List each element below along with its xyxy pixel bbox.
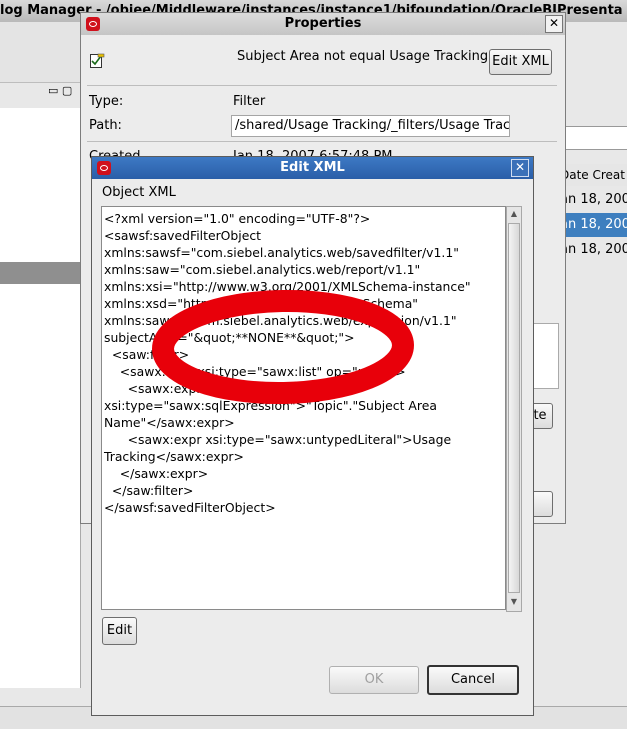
type-label: Type: [89,94,124,109]
list-item[interactable]: an 18, 200 [560,188,627,212]
type-value: Filter [233,94,266,109]
edit-xml-titlebar: Edit XML ✕ [92,157,533,179]
xml-content: <?xml version="1.0" encoding="UTF-8"?> <… [104,211,471,515]
properties-close-button[interactable]: ✕ [545,15,563,33]
properties-titlebar: Properties ✕ [81,13,565,35]
catalog-tree-panel[interactable] [0,108,81,688]
separator [87,85,557,86]
xml-scrollbar[interactable]: ▲ ▼ [506,206,522,612]
ok-button[interactable]: OK [329,666,419,694]
edit-xml-dialog: Edit XML ✕ Object XML <?xml version="1.0… [91,156,534,716]
edit-xml-button[interactable]: Edit XML [489,49,552,75]
list-item[interactable]: an 18, 200 [560,238,627,262]
object-xml-label: Object XML [102,185,176,200]
path-field[interactable]: /shared/Usage Tracking/_filters/Usage Tr… [231,115,510,137]
oracle-logo-icon [86,17,100,31]
tree-selected-row[interactable] [0,262,80,284]
scroll-thumb[interactable] [508,223,520,593]
cancel-button[interactable]: Cancel [427,665,519,695]
edit-xml-close-button[interactable]: ✕ [511,159,529,177]
catalog-filter-input[interactable] [560,126,627,150]
xml-textarea[interactable]: <?xml version="1.0" encoding="UTF-8"?> <… [101,206,506,610]
properties-title: Properties [284,16,362,31]
edit-button[interactable]: Edit [102,617,137,645]
panel-window-controls[interactable]: ▭ ▢ [48,84,72,97]
filter-name-label: Subject Area not equal Usage Tracking [237,49,489,64]
path-label: Path: [89,118,122,133]
filter-icon [89,53,105,69]
scroll-up-icon[interactable]: ▲ [507,207,521,221]
background-toolbar [0,22,80,83]
list-item-selected[interactable]: an 18, 200 [560,213,627,237]
scroll-down-icon[interactable]: ▼ [507,595,521,609]
edit-xml-title: Edit XML [280,160,345,175]
column-header-date-created[interactable]: Date Creat [560,164,627,186]
separator [87,141,557,142]
oracle-logo-icon [97,161,111,175]
permissions-list[interactable] [531,323,559,389]
